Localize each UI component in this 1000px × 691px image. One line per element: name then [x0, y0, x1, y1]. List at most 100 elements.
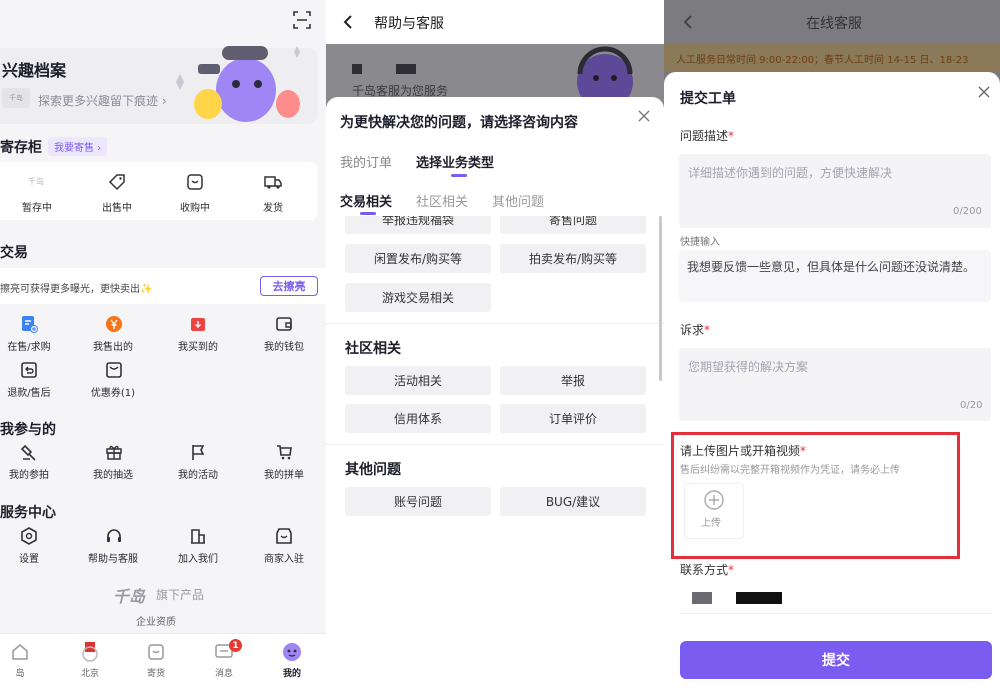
me-icon [280, 640, 304, 664]
nav-label[interactable]: 北京 [57, 666, 123, 679]
contact-label: 联系方式* [680, 563, 735, 577]
service-item-label[interactable]: 帮助与客服 [80, 550, 146, 565]
subtab-community[interactable]: 社区相关 [416, 191, 468, 210]
locker-item-label[interactable]: 暂存中 [4, 199, 70, 214]
scan-icon[interactable] [290, 8, 314, 32]
back-icon[interactable] [678, 12, 698, 32]
ticket-panel: 在线客服 人工服务日常时间 9:00-22:00；春节人工时间 14-15 日、… [664, 0, 1000, 691]
ship-icon [145, 641, 167, 663]
store-icon [274, 526, 294, 546]
joined-item-label[interactable]: 我的拼单 [251, 466, 317, 481]
tab-business-type[interactable]: 选择业务类型 [416, 152, 494, 171]
close-icon[interactable] [636, 108, 652, 124]
back-icon[interactable] [338, 12, 358, 32]
interest-hint[interactable]: 探索更多兴趣留下痕迹 › [38, 92, 167, 109]
help-panel: 帮助与客服 千岛客服为您服务 为更快解决您的问题，请选择咨询内容 我的订单 选择… [326, 0, 664, 691]
option-chip[interactable]: 信用体系 [345, 404, 491, 433]
refund-icon [19, 360, 39, 380]
help-header-title: 帮助与客服 [374, 16, 444, 32]
interest-title: 兴趣档案 [2, 61, 67, 80]
gear-icon [19, 526, 39, 546]
service-title: 服务中心 [0, 505, 56, 521]
close-icon[interactable] [976, 84, 992, 100]
nav-label[interactable]: 寄货 [123, 666, 189, 679]
locker-item-label[interactable]: 发货 [240, 199, 306, 214]
notice-text: 人工服务日常时间 9:00-22:00；春节人工时间 14-15 日、18-23 [676, 55, 969, 66]
trade-item-label[interactable]: 优惠券(1) [80, 384, 146, 399]
locker-item-label[interactable]: 收购中 [162, 199, 228, 214]
quick-label: 快捷输入 [680, 237, 720, 248]
polish-button[interactable]: 去擦亮 [260, 276, 318, 296]
divider [680, 613, 992, 614]
placeholder-thumb: 千岛 [2, 88, 30, 108]
option-chip[interactable]: 拍卖发布/购买等 [500, 244, 646, 273]
desc-counter: 0/200 [953, 206, 982, 217]
upload-button-label: 上传 [701, 518, 721, 529]
trade-item-label[interactable]: 我买到的 [165, 338, 231, 353]
topic-list: 举报违规福袋 寄售问题 闲置发布/购买等 拍卖发布/购买等 游戏交易相关 社区相… [326, 216, 664, 691]
trade-item-label[interactable]: 我的钱包 [251, 338, 317, 353]
banner-logo [352, 64, 362, 74]
joined-item-label[interactable]: 我的参拍 [0, 466, 62, 481]
wallet-icon [274, 314, 294, 334]
appeal-label: 诉求* [680, 323, 711, 337]
option-chip[interactable]: 账号问题 [345, 487, 491, 516]
service-item-label[interactable]: 加入我们 [165, 550, 231, 565]
ticket-sheet-title: 提交工单 [680, 91, 736, 107]
redacted-contact [736, 592, 782, 604]
trade-item-label[interactable]: 我售出的 [80, 338, 146, 353]
option-chip[interactable]: 举报违规福袋 [345, 216, 491, 234]
nav-label[interactable]: 岛 [0, 666, 53, 679]
locker-title: 寄存柜 [0, 140, 42, 156]
subtab-trade[interactable]: 交易相关 [340, 191, 392, 210]
option-chip[interactable]: 闲置发布/购买等 [345, 244, 491, 273]
banner-logo-mark [396, 64, 416, 74]
trade-item-label[interactable]: 退款/售后 [0, 384, 62, 399]
joined-item-label[interactable]: 我的活动 [165, 466, 231, 481]
option-chip[interactable]: 订单评价 [500, 404, 646, 433]
headset-icon [104, 526, 124, 546]
service-item-label[interactable]: 商家入驻 [251, 550, 317, 565]
tag-icon [106, 172, 128, 192]
brand-sub: 旗下产品 [156, 588, 205, 602]
sheet-title: 为更快解决您的问题，请选择咨询内容 [340, 115, 578, 131]
brand-logo: 千岛 [113, 587, 146, 606]
subtab-indicator [360, 212, 376, 215]
tab-my-orders[interactable]: 我的订单 [340, 152, 392, 171]
submit-button[interactable]: 提交 [680, 641, 992, 679]
nav-label[interactable]: 我的 [259, 666, 325, 679]
option-chip[interactable]: 活动相关 [345, 366, 491, 395]
service-item-label[interactable]: 设置 [0, 550, 62, 565]
cart-icon [274, 442, 294, 462]
profile-panel: 兴趣档案 千岛 探索更多兴趣留下痕迹 › 寄存柜 我要寄售 › 千岛 暂存中 出… [0, 0, 326, 691]
enterprise-link[interactable]: 企业资质 [136, 613, 176, 628]
building-icon [188, 526, 208, 546]
divider [326, 323, 664, 324]
city-icon [78, 639, 102, 663]
option-chip[interactable]: 寄售问题 [500, 216, 646, 234]
nav-label[interactable]: 消息 [191, 666, 257, 679]
service-mascot [577, 46, 633, 104]
divider [326, 444, 664, 445]
quick-input-chip[interactable]: 我想要反馈一些意见，但具体是什么问题还没说清楚。 [679, 250, 991, 302]
joined-title: 我参与的 [0, 422, 56, 438]
subtab-other[interactable]: 其他问题 [492, 191, 544, 210]
mascot-illustration [176, 46, 300, 122]
desc-label: 问题描述* [680, 129, 735, 143]
scrollbar[interactable] [659, 216, 662, 381]
yen-icon [104, 314, 124, 334]
inbox-icon [184, 172, 206, 192]
promo-text: 擦亮可获得更多曝光，更快卖出✨ [0, 284, 153, 295]
plus-circle-icon [702, 488, 726, 512]
option-chip[interactable]: 举报 [500, 366, 646, 395]
option-chip[interactable]: 游戏交易相关 [345, 283, 491, 312]
consign-badge[interactable]: 我要寄售 › [48, 137, 108, 156]
other-title: 其他问题 [345, 462, 401, 478]
option-chip[interactable]: BUG/建议 [500, 487, 646, 516]
joined-item-label[interactable]: 我的抽选 [80, 466, 146, 481]
trade-item-label[interactable]: 在售/求购 [0, 338, 62, 353]
locker-item-label[interactable]: 出售中 [84, 199, 150, 214]
box-icon: 千岛 [28, 176, 44, 186]
community-title: 社区相关 [345, 341, 401, 357]
upload-hint: 售后纠纷需以完整开箱视频作为凭证，请务必上传 [680, 465, 900, 476]
